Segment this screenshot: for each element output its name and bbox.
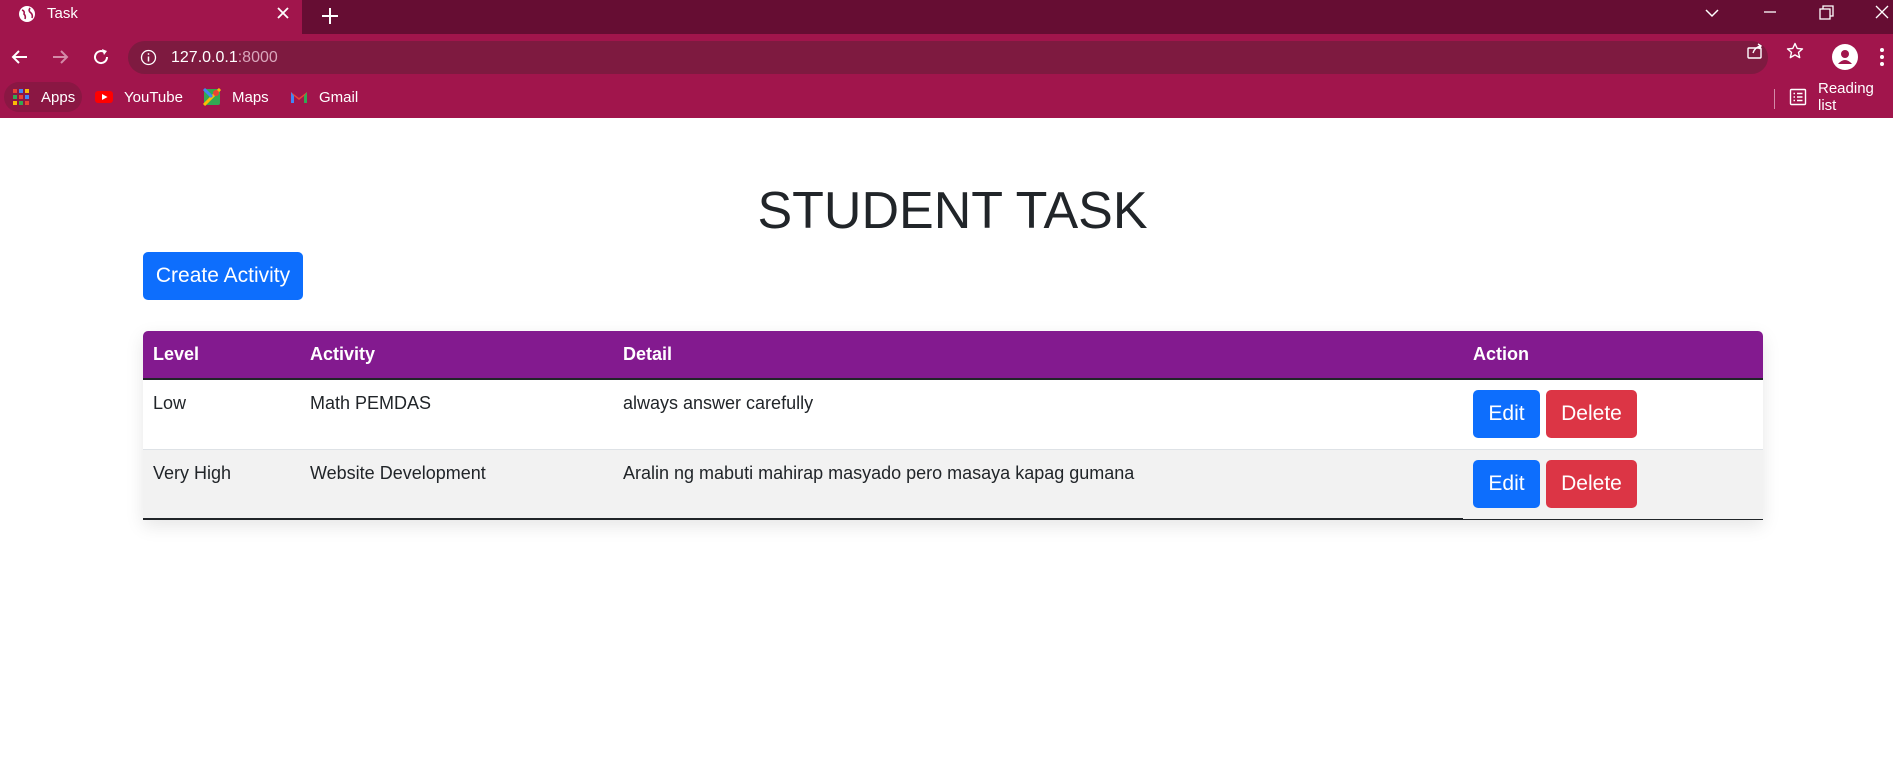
bookmark-youtube[interactable]: YouTube xyxy=(95,82,183,112)
tab-title: Task xyxy=(47,5,78,22)
bookmark-gmail[interactable]: Gmail xyxy=(290,82,358,112)
bookmark-apps[interactable]: Apps xyxy=(4,82,83,112)
reload-icon[interactable] xyxy=(89,45,113,69)
close-tab-icon[interactable] xyxy=(273,3,293,23)
youtube-icon xyxy=(95,91,113,103)
bookmarks-bar: Apps YouTube Maps Gmail Reading list xyxy=(0,78,1893,118)
browser-tab[interactable]: Task xyxy=(0,0,302,34)
site-info-icon[interactable] xyxy=(140,49,157,66)
profile-icon xyxy=(1838,50,1852,64)
column-header-detail: Detail xyxy=(613,331,1463,380)
reading-list-label: Reading list xyxy=(1818,80,1874,114)
profile-avatar[interactable] xyxy=(1832,44,1858,70)
reading-list-button[interactable]: Reading list xyxy=(1789,80,1893,114)
cell-activity: Website Development xyxy=(300,449,613,520)
cell-action: Edit Delete xyxy=(1463,449,1763,520)
task-table: Level Activity Detail Action Low Math PE… xyxy=(143,331,1763,520)
maps-icon xyxy=(203,88,221,106)
task-table-container: Level Activity Detail Action Low Math PE… xyxy=(143,331,1763,520)
create-activity-button[interactable]: Create Activity xyxy=(143,252,303,300)
table-header-row: Level Activity Detail Action xyxy=(143,331,1763,380)
apps-grid-icon xyxy=(13,89,29,105)
forward-arrow-icon[interactable] xyxy=(48,45,72,69)
bookmarks-divider xyxy=(1774,89,1775,109)
cell-action: Edit Delete xyxy=(1463,379,1763,450)
bookmark-label: Apps xyxy=(41,88,76,106)
bookmark-star-icon[interactable] xyxy=(1786,42,1804,60)
table-row: Very High Website Development Aralin ng … xyxy=(143,449,1763,520)
edit-button[interactable]: Edit xyxy=(1473,459,1540,508)
column-header-action: Action xyxy=(1463,331,1763,380)
browser-toolbar: 127.0.0.1:8000 Apps YouTube Maps Gmail R… xyxy=(0,34,1893,118)
edit-button[interactable]: Edit xyxy=(1473,390,1540,438)
table-header: Level Activity Detail Action xyxy=(143,331,1763,380)
table-row: Low Math PEMDAS always answer carefully … xyxy=(143,379,1763,450)
bookmark-label: YouTube xyxy=(124,88,183,106)
column-header-level: Level xyxy=(143,331,300,380)
bookmark-label: Maps xyxy=(232,88,269,106)
table-body: Low Math PEMDAS always answer carefully … xyxy=(143,379,1763,520)
browser-titlebar: Task xyxy=(0,0,1893,34)
close-window-icon[interactable] xyxy=(1871,2,1893,24)
more-menu-icon[interactable] xyxy=(1879,45,1885,69)
cell-level: Low xyxy=(143,379,300,450)
bookmark-label: Gmail xyxy=(319,88,359,106)
page-title: STUDENT TASK xyxy=(757,182,1148,240)
back-arrow-icon[interactable] xyxy=(8,45,32,69)
gmail-icon xyxy=(291,92,307,103)
cell-level: Very High xyxy=(143,449,300,520)
bookmark-maps[interactable]: Maps xyxy=(203,82,269,112)
address-url: 127.0.0.1:8000 xyxy=(171,49,278,66)
cell-detail: Aralin ng mabuti mahirap masyado pero ma… xyxy=(613,449,1463,520)
reading-list-icon xyxy=(1789,88,1807,106)
delete-button[interactable]: Delete xyxy=(1546,459,1637,508)
globe-icon xyxy=(19,6,35,22)
delete-button[interactable]: Delete xyxy=(1546,390,1637,438)
new-tab-icon[interactable] xyxy=(318,4,342,28)
column-header-activity: Activity xyxy=(300,331,613,380)
restore-icon[interactable] xyxy=(1815,2,1837,24)
minimize-icon[interactable] xyxy=(1759,2,1781,24)
cell-activity: Math PEMDAS xyxy=(300,379,613,450)
address-bar[interactable]: 127.0.0.1:8000 xyxy=(128,41,1768,74)
tab-search-icon[interactable] xyxy=(1701,2,1723,24)
url-host: 127.0.0.1 xyxy=(171,49,238,66)
share-icon[interactable] xyxy=(1746,42,1764,60)
cell-detail: always answer carefully xyxy=(613,379,1463,450)
url-port: :8000 xyxy=(237,49,278,66)
